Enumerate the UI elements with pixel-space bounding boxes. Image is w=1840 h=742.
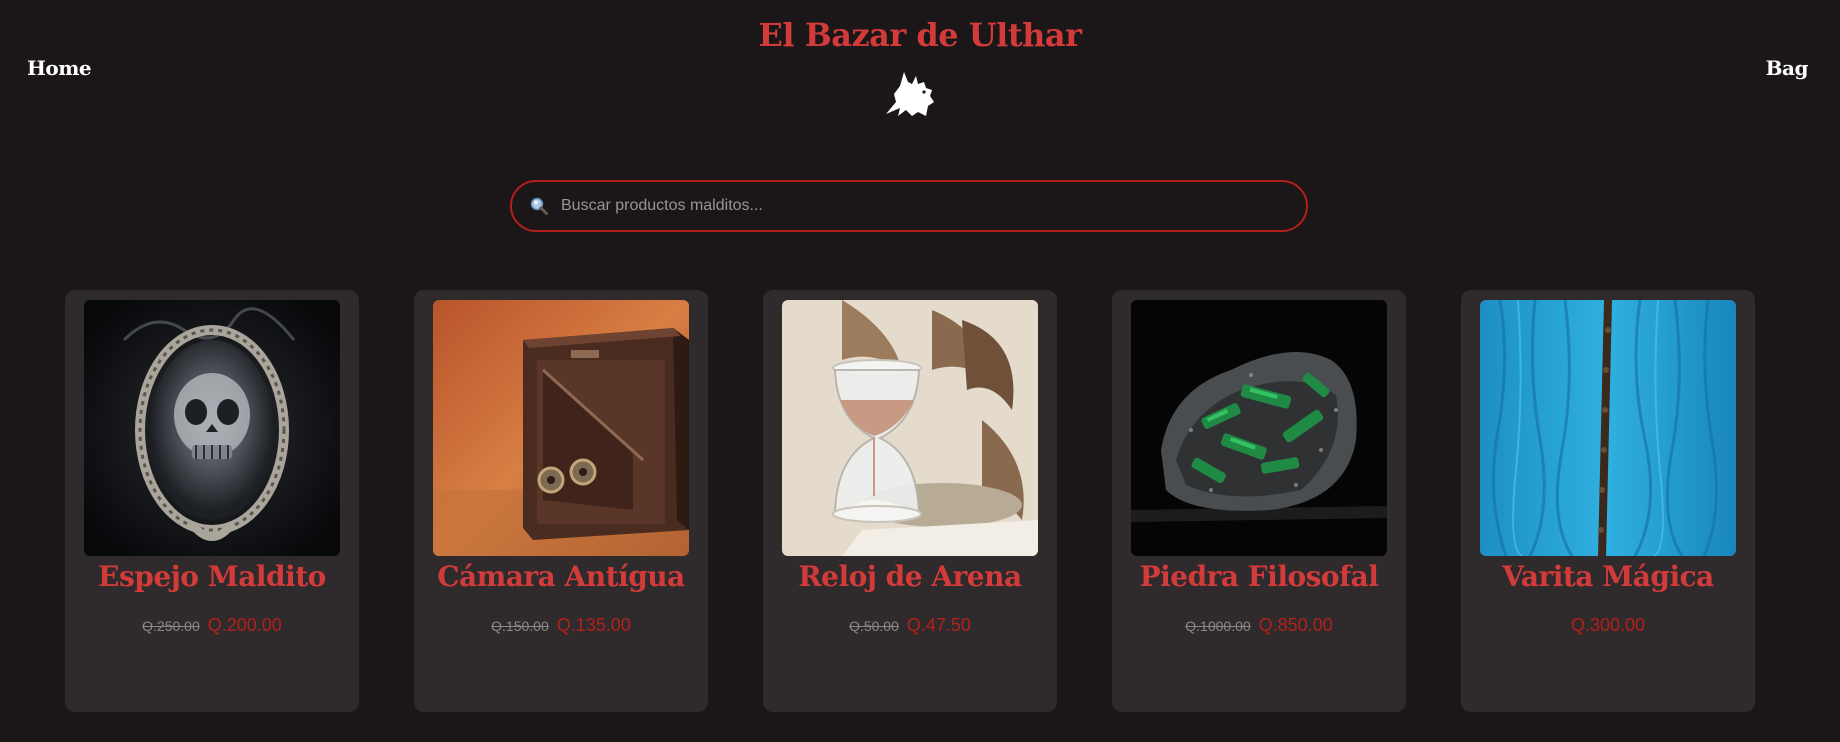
product-price: Q.300.00 <box>1570 615 1646 635</box>
cat-logo-icon[interactable] <box>884 72 936 116</box>
product-image[interactable] <box>433 300 689 556</box>
nav-home-link[interactable]: Home <box>27 56 92 80</box>
product-old-price: Q.1000.00 <box>1185 618 1251 634</box>
product-price: Q.47.50 <box>906 615 971 635</box>
wand-on-blue-cloth-icon <box>1480 300 1736 556</box>
nav-bag-link[interactable]: Bag <box>1766 56 1809 80</box>
product-title[interactable]: Piedra Filosofal <box>1112 560 1406 593</box>
product-old-price: Q.50.00 <box>849 618 899 634</box>
product-price: Q.850.00 <box>1258 615 1333 635</box>
product-card[interactable]: Varita Mágica Q.300.00 <box>1461 290 1755 712</box>
search-input[interactable] <box>561 182 1286 230</box>
product-card[interactable]: Espejo Maldito Q.250.00 Q.200.00 <box>65 290 359 712</box>
product-prices: Q.1000.00 Q.850.00 <box>1112 615 1406 636</box>
product-image[interactable] <box>1131 300 1387 556</box>
product-prices: Q.150.00 Q.135.00 <box>414 615 708 636</box>
product-title[interactable]: Cámara Antígua <box>414 560 708 593</box>
product-prices: Q.300.00 <box>1461 615 1755 636</box>
antique-camera-icon <box>433 300 689 556</box>
product-title[interactable]: Espejo Maldito <box>65 560 359 593</box>
product-old-price: Q.150.00 <box>491 618 549 634</box>
search-icon <box>530 197 548 215</box>
product-card[interactable]: Cámara Antígua Q.150.00 Q.135.00 <box>414 290 708 712</box>
product-price: Q.135.00 <box>556 615 631 635</box>
page: Home Bag El Bazar de Ulthar Buscar produ… <box>0 0 1840 742</box>
product-prices: Q.250.00 Q.200.00 <box>65 615 359 636</box>
product-title[interactable]: Varita Mágica <box>1461 560 1755 593</box>
product-image[interactable] <box>84 300 340 556</box>
product-old-price: Q.250.00 <box>142 618 200 634</box>
product-image[interactable] <box>1480 300 1736 556</box>
product-prices: Q.50.00 Q.47.50 <box>763 615 1057 636</box>
product-price: Q.200.00 <box>207 615 282 635</box>
product-image[interactable] <box>782 300 1038 556</box>
green-crystal-stone-icon <box>1131 300 1387 556</box>
product-grid: Espejo Maldito Q.250.00 Q.200.00 Cámara … <box>65 290 1755 712</box>
product-title[interactable]: Reloj de Arena <box>763 560 1057 593</box>
cursed-mirror-skull-icon <box>84 300 340 556</box>
product-card[interactable]: Piedra Filosofal Q.1000.00 Q.850.00 <box>1112 290 1406 712</box>
search-bar[interactable] <box>510 180 1308 232</box>
site-title: El Bazar de Ulthar <box>758 16 1082 54</box>
product-card[interactable]: Reloj de Arena Q.50.00 Q.47.50 <box>763 290 1057 712</box>
hourglass-icon <box>782 300 1038 556</box>
